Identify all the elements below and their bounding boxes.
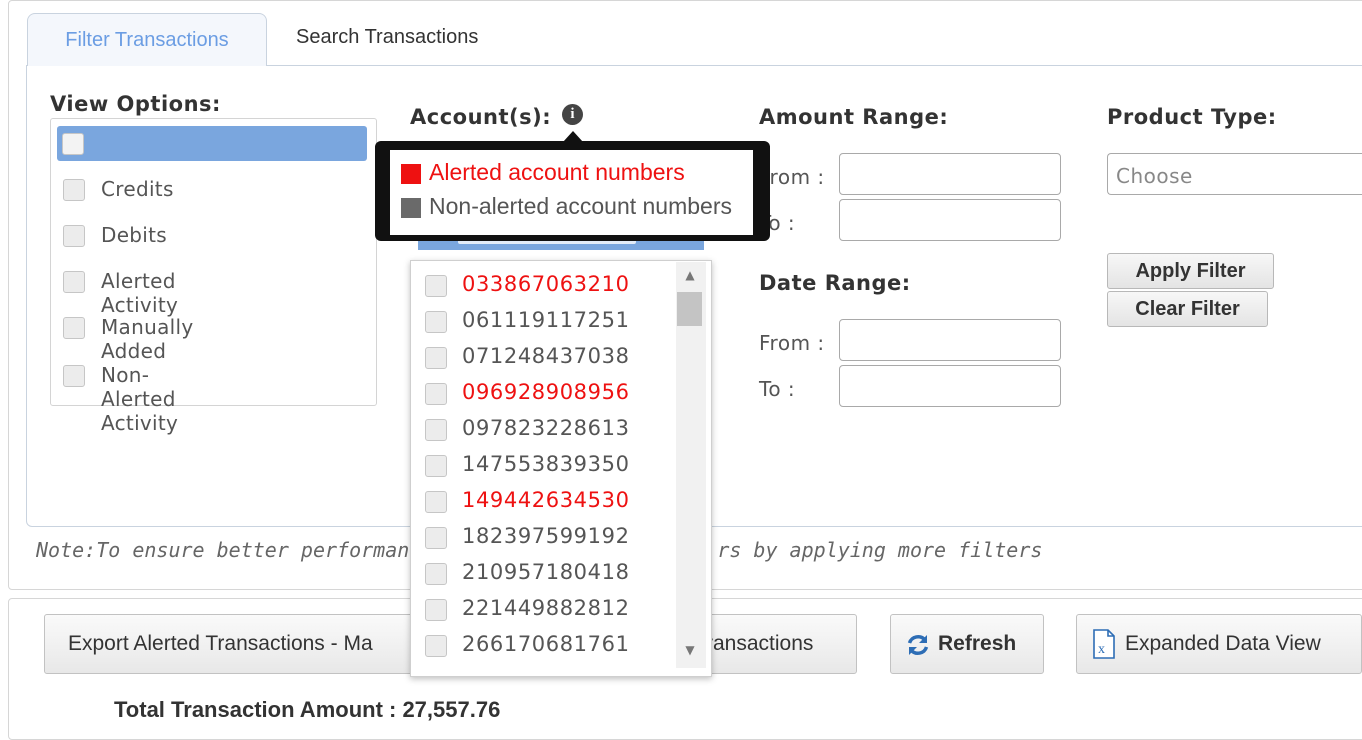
- product-type-select[interactable]: Choose: [1107, 153, 1362, 195]
- account-number[interactable]: 033867063210: [462, 272, 630, 296]
- scroll-down-arrow-icon[interactable]: ▼: [675, 643, 705, 657]
- clear-filter-button[interactable]: Clear Filter: [1107, 291, 1268, 327]
- account-checkbox[interactable]: [425, 635, 447, 657]
- alerted-swatch: [401, 164, 421, 184]
- account-number[interactable]: 061119117251: [462, 308, 630, 332]
- account-list-item[interactable]: 033867063210: [411, 265, 676, 301]
- account-number[interactable]: 071248437038: [462, 344, 630, 368]
- amount-to-input[interactable]: [839, 199, 1061, 241]
- account-list-item[interactable]: 071248437038: [411, 337, 676, 373]
- checkbox[interactable]: [62, 133, 84, 155]
- account-list-item[interactable]: 149442634530: [411, 481, 676, 517]
- scroll-up-arrow-icon[interactable]: ▲: [675, 268, 705, 282]
- account-list-item[interactable]: 221449882812: [411, 589, 676, 625]
- account-number[interactable]: 149442634530: [462, 488, 630, 512]
- tab-filter-transactions[interactable]: Filter Transactions: [27, 13, 267, 66]
- date-range-label: Date Range:: [759, 271, 911, 295]
- date-from-label: From :: [759, 331, 825, 355]
- export-button-label-right: ransactions: [706, 632, 814, 655]
- view-option-label[interactable]: Manually Added: [101, 315, 193, 363]
- expanded-data-view-button[interactable]: x Expanded Data View: [1076, 614, 1362, 674]
- legend-alerted-text: Alerted account numbers: [429, 159, 685, 185]
- account-checkbox[interactable]: [425, 527, 447, 549]
- view-option-checkbox[interactable]: [63, 179, 85, 201]
- account-dropdown-list: 033867063210 061119117251 071248437038 0969…: [410, 260, 712, 677]
- view-options-label: View Options:: [50, 92, 221, 116]
- export-button-label-left: Export Alerted Transactions - Ma: [68, 632, 373, 655]
- legend-non-alerted-text: Non-alerted account numbers: [429, 193, 732, 219]
- account-number[interactable]: 097823228613: [462, 416, 630, 440]
- date-to-input[interactable]: [839, 365, 1061, 407]
- account-list-item[interactable]: 266170681761: [411, 625, 676, 661]
- account-number[interactable]: 221449882812: [462, 596, 630, 620]
- account-list-scroll-thumb[interactable]: [677, 292, 702, 326]
- amount-range-label: Amount Range:: [759, 105, 949, 129]
- view-option-checkbox[interactable]: [63, 225, 85, 247]
- view-option-label[interactable]: Debits: [101, 223, 167, 247]
- product-type-label: Product Type:: [1107, 105, 1277, 129]
- note-text-left: Note:To ensure better performanc: [36, 538, 422, 562]
- svg-text:x: x: [1098, 642, 1105, 657]
- account-number[interactable]: 147553839350: [462, 452, 630, 476]
- account-checkbox[interactable]: [425, 491, 447, 513]
- account-checkbox[interactable]: [425, 563, 447, 585]
- note-text-right: rs by applying more filters: [717, 538, 1043, 562]
- non-alerted-swatch: [401, 198, 421, 218]
- refresh-icon: [907, 635, 929, 655]
- total-transaction-amount: Total Transaction Amount : 27,557.76: [114, 697, 501, 722]
- account-number[interactable]: 210957180418: [462, 560, 630, 584]
- date-from-input[interactable]: [839, 319, 1061, 361]
- tab-search-transactions[interactable]: Search Transactions: [296, 13, 478, 66]
- date-to-label: To :: [759, 377, 796, 401]
- account-checkbox[interactable]: [425, 419, 447, 441]
- excel-file-icon: x: [1093, 629, 1115, 659]
- product-type-placeholder: Choose: [1116, 164, 1193, 188]
- account-list-item[interactable]: 097823228613: [411, 409, 676, 445]
- refresh-button[interactable]: Refresh: [890, 614, 1044, 674]
- accounts-label: Account(s):: [410, 105, 552, 129]
- info-icon[interactable]: i: [562, 104, 583, 125]
- view-options-selected-row[interactable]: [57, 126, 367, 161]
- view-option-label[interactable]: Non-Alerted Activity: [101, 363, 178, 435]
- account-list-item[interactable]: 182397599192: [411, 517, 676, 553]
- view-option-checkbox[interactable]: [63, 365, 85, 387]
- view-option-label[interactable]: Credits: [101, 177, 174, 201]
- view-option-label[interactable]: Alerted Activity: [101, 269, 178, 317]
- view-option-checkbox[interactable]: [63, 317, 85, 339]
- account-checkbox[interactable]: [425, 455, 447, 477]
- account-list-item[interactable]: 147553839350: [411, 445, 676, 481]
- account-checkbox[interactable]: [425, 383, 447, 405]
- account-checkbox[interactable]: [425, 599, 447, 621]
- account-number[interactable]: 096928908956: [462, 380, 630, 404]
- refresh-button-label: Refresh: [938, 632, 1017, 655]
- amount-from-input[interactable]: [839, 153, 1061, 195]
- account-list-item[interactable]: 061119117251: [411, 301, 676, 337]
- view-options-list: [50, 118, 377, 406]
- account-checkbox[interactable]: [425, 311, 447, 333]
- account-list-item[interactable]: 210957180418: [411, 553, 676, 589]
- account-number[interactable]: 182397599192: [462, 524, 630, 548]
- account-number[interactable]: 266170681761: [462, 632, 630, 656]
- expanded-data-view-label: Expanded Data View: [1125, 632, 1321, 655]
- account-checkbox[interactable]: [425, 347, 447, 369]
- apply-filter-button[interactable]: Apply Filter: [1107, 253, 1274, 289]
- view-option-checkbox[interactable]: [63, 271, 85, 293]
- account-checkbox[interactable]: [425, 275, 447, 297]
- account-list-item[interactable]: 096928908956: [411, 373, 676, 409]
